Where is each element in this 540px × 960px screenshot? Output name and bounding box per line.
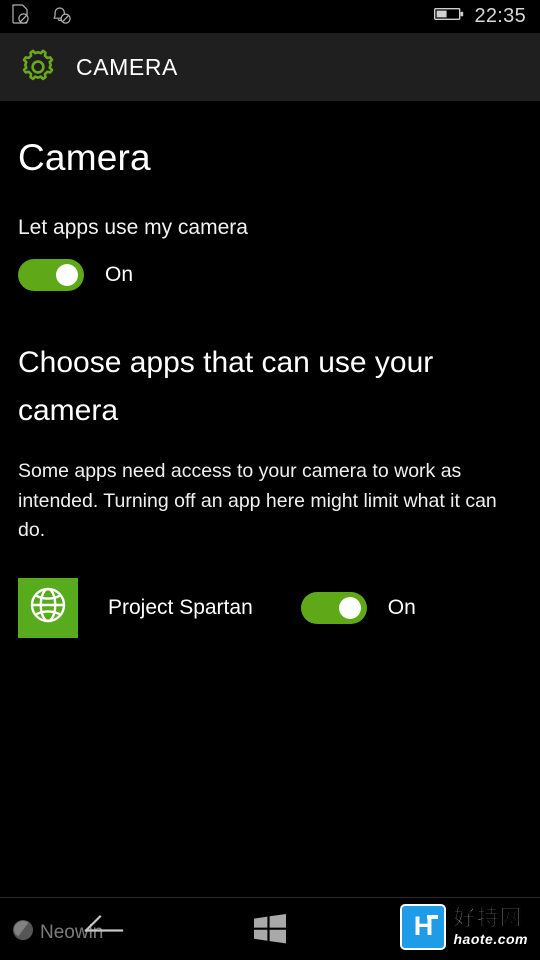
project-spartan-tile[interactable] <box>18 577 78 638</box>
neowin-watermark: Neowin <box>12 919 103 946</box>
status-bar-clock: 22:35 <box>474 5 526 27</box>
app-title: CAMERA <box>76 53 179 80</box>
let-apps-use-camera-state: On <box>105 263 134 286</box>
neowin-watermark-text: Neowin <box>40 921 104 943</box>
toggle-knob <box>56 264 78 286</box>
toggle-knob <box>338 596 361 619</box>
globe-icon <box>26 583 70 632</box>
project-spartan-toggle-state: On <box>387 595 416 619</box>
haote-watermark-cn: 好特网 <box>453 906 523 931</box>
project-spartan-toggle[interactable] <box>300 591 367 624</box>
status-bar-left-icons <box>12 3 71 30</box>
let-apps-use-camera-row: On <box>18 259 522 291</box>
sim-card-off-icon <box>12 3 29 30</box>
haote-watermark-text: 好特网 haote.com <box>453 906 528 947</box>
haote-logo-tick <box>427 915 439 919</box>
battery-icon <box>434 6 464 27</box>
let-apps-use-camera-label: Let apps use my camera <box>18 216 248 239</box>
notifications-off-icon <box>51 4 71 30</box>
page-title: Camera <box>18 137 151 178</box>
section-title: Choose apps that can use your camera <box>18 346 434 427</box>
let-apps-use-camera-toggle[interactable] <box>18 259 84 291</box>
status-bar: 22:35 <box>0 0 540 33</box>
app-permission-row[interactable]: Project Spartan On <box>18 577 522 638</box>
app-toggle-wrap: On <box>300 591 416 624</box>
settings-gear-icon <box>18 47 58 87</box>
windows-start-icon[interactable] <box>250 910 290 948</box>
neowin-logo-icon <box>12 919 34 946</box>
app-header: CAMERA <box>0 33 540 101</box>
section-description: Some apps need access to your camera to … <box>18 460 497 542</box>
haote-watermark: H 好特网 haote.com <box>400 904 528 950</box>
haote-logo-badge: H <box>400 904 447 950</box>
status-bar-right: 22:35 <box>434 5 526 28</box>
haote-watermark-en: haote.com <box>453 931 528 947</box>
app-name: Project Spartan <box>108 595 253 619</box>
settings-page: Camera Let apps use my camera On Choose … <box>0 139 540 936</box>
